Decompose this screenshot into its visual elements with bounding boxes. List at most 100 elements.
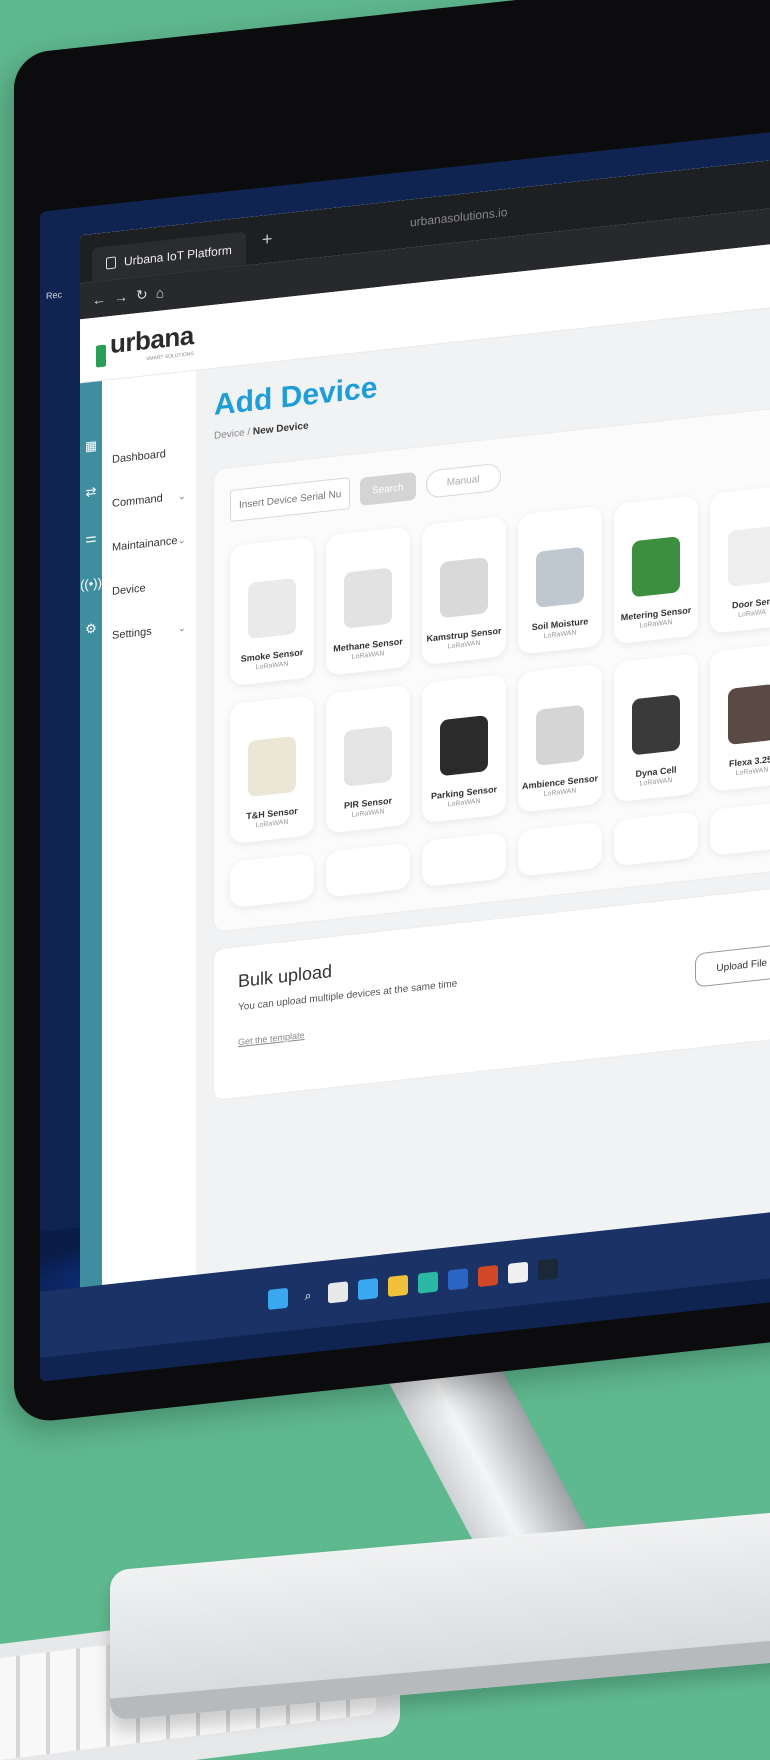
store-icon[interactable] <box>508 1261 528 1284</box>
device-name: T&H Sensor <box>246 805 298 822</box>
upload-file-button[interactable]: Upload File <box>695 943 770 988</box>
device-protocol: LoRaWAN <box>351 808 385 819</box>
device-tile[interactable]: PIR Sensor LoRaWAN <box>326 684 410 834</box>
task-view-icon[interactable] <box>328 1281 348 1304</box>
device-image <box>344 725 392 787</box>
device-protocol: LoRaWAN <box>447 797 481 809</box>
url-text[interactable]: urbanasolutions.io <box>410 205 507 230</box>
sidebar-item-label: Command <box>112 492 163 510</box>
monitor-base-edge <box>110 1637 770 1721</box>
device-tile[interactable]: Smoke Sensor LoRaWAN <box>230 536 314 687</box>
sidebar-item-settings[interactable]: Settings ⌄ <box>102 605 196 659</box>
sidebar: Dashboard Command ⌄ Maintainance ⌄ Device … <box>102 370 196 1293</box>
icon-rail: ▦ ⇄ ⚌ ((•)) ⚙ <box>80 380 102 1296</box>
file-explorer-icon[interactable] <box>388 1274 408 1297</box>
device-tile[interactable]: Methane Sensor LoRaWAN <box>326 526 410 676</box>
device-image <box>440 557 488 619</box>
breadcrumb-root[interactable]: Device <box>214 427 245 441</box>
device-image <box>248 577 296 640</box>
widgets-icon[interactable] <box>358 1277 378 1301</box>
screen: Rec Urbana IoT Platform + urbanasolution… <box>40 125 770 1382</box>
breadcrumb-current: New Device <box>252 420 309 438</box>
device-tile[interactable]: T&H Sensor LoRaWAN <box>230 694 314 845</box>
back-icon[interactable]: ← <box>92 291 106 309</box>
device-protocol: LoRaWAN <box>639 619 673 630</box>
device-protocol: LoRaWAN <box>543 787 577 799</box>
device-protocol: LoRaWAN <box>255 818 289 830</box>
monitor: Rec Urbana IoT Platform + urbanasolution… <box>14 0 770 1425</box>
edge-icon[interactable] <box>418 1271 438 1294</box>
device-tile[interactable]: Ambience Sensor LoRaWAN <box>518 663 602 813</box>
main-content: Add Device Device / New Device Search Ma… <box>196 302 770 1283</box>
browser-window: Urbana IoT Platform + urbanasolutions.io… <box>80 153 770 1296</box>
device-tile[interactable]: Metering Sensor LoRaWAN <box>614 495 698 645</box>
device-tile[interactable]: Soil Moisture LoRaWAN <box>518 505 602 655</box>
device-image <box>440 715 488 777</box>
arrows-icon[interactable]: ⇄ <box>86 484 97 501</box>
sidebar-item-label: Maintainance <box>112 534 178 554</box>
word-icon[interactable] <box>448 1268 468 1291</box>
sidebar-item-label: Settings <box>112 625 152 642</box>
sidebar-item-label: Dashboard <box>112 448 166 466</box>
device-tile[interactable] <box>518 821 602 877</box>
device-image <box>728 525 770 587</box>
sidebar-item-label: Device <box>112 582 146 598</box>
device-protocol: LoRaWAN <box>351 650 385 661</box>
device-tile[interactable] <box>614 811 698 867</box>
signal-icon[interactable]: ((•)) <box>80 575 102 592</box>
device-tile[interactable] <box>710 800 770 856</box>
monitor-base <box>110 1509 770 1721</box>
device-protocol: LoRaWAN <box>255 660 289 672</box>
device-image <box>248 735 296 798</box>
chevron-down-icon: ⌄ <box>177 490 186 503</box>
steam-icon[interactable] <box>538 1258 558 1281</box>
device-tile[interactable] <box>230 852 314 909</box>
new-tab-icon[interactable]: + <box>262 228 273 250</box>
sliders-icon[interactable]: ⚌ <box>85 530 97 547</box>
device-protocol: LoRaWAN <box>543 629 577 641</box>
device-tile[interactable]: Door Sen LoRaWA <box>710 484 770 634</box>
search-button[interactable]: Search <box>360 471 416 506</box>
device-image <box>728 683 770 745</box>
gear-icon[interactable]: ⚙ <box>85 621 97 638</box>
breadcrumb-separator: / <box>244 426 253 439</box>
device-image <box>536 704 584 766</box>
desktop-icon-label[interactable]: Rec <box>46 289 62 301</box>
manual-button[interactable]: Manual <box>425 462 501 499</box>
device-image <box>632 694 680 756</box>
device-name: Soil Moisture <box>531 616 589 633</box>
device-tile[interactable] <box>422 832 506 888</box>
device-protocol: LoRaWAN <box>735 766 769 778</box>
search-icon[interactable]: ⌕ <box>298 1285 318 1307</box>
device-image <box>632 536 680 598</box>
chevron-down-icon: ⌄ <box>177 534 186 547</box>
device-image <box>536 546 584 608</box>
forward-icon[interactable]: → <box>114 288 128 306</box>
device-tile[interactable]: Parking Sensor LoRaWAN <box>422 674 506 824</box>
device-name: PIR Sensor <box>343 795 392 811</box>
device-card: Search Manual Smoke SensorLoRaWANMethane… <box>214 404 770 932</box>
powerpoint-icon[interactable] <box>478 1264 498 1288</box>
start-icon[interactable] <box>268 1287 288 1310</box>
reload-icon[interactable]: ↻ <box>136 286 148 304</box>
logo[interactable]: urbana SMART SOLUTIONS <box>96 320 194 368</box>
chevron-down-icon: ⌄ <box>177 622 186 635</box>
device-protocol: LoRaWAN <box>639 777 673 788</box>
app-body: ▦ ⇄ ⚌ ((•)) ⚙ Dashboard Command ⌄ Maintai… <box>80 302 770 1296</box>
device-name: Smoke Sensor <box>240 647 304 664</box>
template-link[interactable]: Get the template <box>238 1030 305 1047</box>
device-image <box>344 567 392 629</box>
home-icon[interactable]: ⌂ <box>156 284 164 301</box>
logo-mark-icon <box>96 344 106 368</box>
tab-title: Urbana IoT Platform <box>124 242 232 269</box>
page-icon <box>106 256 116 270</box>
device-tile[interactable]: Kamstrup Sensor LoRaWAN <box>422 516 506 666</box>
device-grid: Smoke Sensor LoRaWAN Methane Sensor LoRaWAN… <box>230 484 770 909</box>
device-protocol: LoRaWAN <box>447 639 481 651</box>
device-tile[interactable]: Flexa 3.25t LoRaWAN <box>710 642 770 792</box>
device-protocol: LoRaWA <box>738 608 766 619</box>
device-tile[interactable] <box>326 842 410 898</box>
dashboard-icon[interactable]: ▦ <box>85 438 97 455</box>
serial-number-input[interactable] <box>230 477 350 523</box>
device-tile[interactable]: Dyna Cell LoRaWAN <box>614 653 698 803</box>
